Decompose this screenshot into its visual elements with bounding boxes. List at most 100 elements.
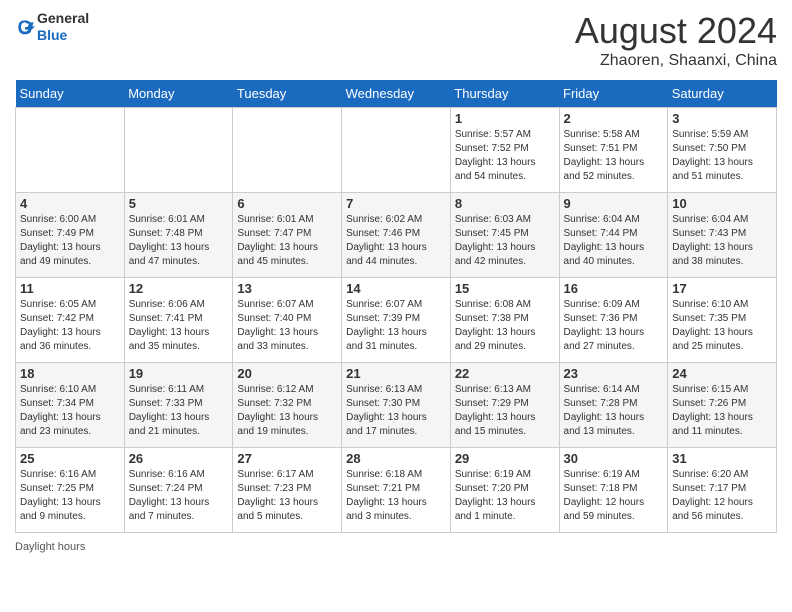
calendar-header-cell: Thursday — [450, 80, 559, 108]
calendar-day-cell: 10 Sunrise: 6:04 AM Sunset: 7:43 PM Dayli… — [668, 193, 777, 278]
calendar-day-cell: 19 Sunrise: 6:11 AM Sunset: 7:33 PM Dayli… — [124, 363, 233, 448]
day-info: Sunrise: 6:12 AM Sunset: 7:32 PM Dayligh… — [237, 383, 337, 439]
calendar-day-cell — [342, 108, 451, 193]
day-number: 13 — [237, 281, 337, 296]
day-number: 6 — [237, 196, 337, 211]
day-info: Sunrise: 6:19 AM Sunset: 7:18 PM Dayligh… — [564, 468, 664, 524]
day-number: 10 — [672, 196, 772, 211]
calendar-header-cell: Friday — [559, 80, 668, 108]
day-number: 11 — [20, 281, 120, 296]
day-info: Sunrise: 6:10 AM Sunset: 7:35 PM Dayligh… — [672, 298, 772, 354]
day-info: Sunrise: 6:09 AM Sunset: 7:36 PM Dayligh… — [564, 298, 664, 354]
calendar-day-cell: 11 Sunrise: 6:05 AM Sunset: 7:42 PM Dayli… — [16, 278, 125, 363]
day-info: Sunrise: 6:16 AM Sunset: 7:24 PM Dayligh… — [129, 468, 229, 524]
calendar-day-cell: 30 Sunrise: 6:19 AM Sunset: 7:18 PM Dayli… — [559, 448, 668, 533]
calendar-day-cell: 9 Sunrise: 6:04 AM Sunset: 7:44 PM Daylig… — [559, 193, 668, 278]
day-info: Sunrise: 6:07 AM Sunset: 7:39 PM Dayligh… — [346, 298, 446, 354]
calendar-day-cell: 3 Sunrise: 5:59 AM Sunset: 7:50 PM Daylig… — [668, 108, 777, 193]
calendar-day-cell: 18 Sunrise: 6:10 AM Sunset: 7:34 PM Dayli… — [16, 363, 125, 448]
calendar-day-cell: 22Sunrise: 6:13 AM Sunset: 7:29 PM Dayli… — [450, 363, 559, 448]
day-info: Sunrise: 6:07 AM Sunset: 7:40 PM Dayligh… — [237, 298, 337, 354]
calendar-day-cell: 26 Sunrise: 6:16 AM Sunset: 7:24 PM Dayli… — [124, 448, 233, 533]
day-info: Sunrise: 6:03 AM Sunset: 7:45 PM Dayligh… — [455, 213, 555, 269]
calendar-day-cell: 27Sunrise: 6:17 AM Sunset: 7:23 PM Dayli… — [233, 448, 342, 533]
calendar-day-cell: 21 Sunrise: 6:13 AM Sunset: 7:30 PM Dayli… — [342, 363, 451, 448]
month-title: August 2024 — [575, 10, 777, 52]
day-info: Sunrise: 6:00 AM Sunset: 7:49 PM Dayligh… — [20, 213, 120, 269]
calendar-day-cell: 17Sunrise: 6:10 AM Sunset: 7:35 PM Dayli… — [668, 278, 777, 363]
day-number: 21 — [346, 366, 446, 381]
calendar-day-cell: 28Sunrise: 6:18 AM Sunset: 7:21 PM Dayli… — [342, 448, 451, 533]
day-info: Sunrise: 6:05 AM Sunset: 7:42 PM Dayligh… — [20, 298, 120, 354]
day-number: 1 — [455, 111, 555, 126]
day-info: Sunrise: 6:11 AM Sunset: 7:33 PM Dayligh… — [129, 383, 229, 439]
calendar-day-cell — [233, 108, 342, 193]
day-number: 30 — [564, 451, 664, 466]
calendar-day-cell: 12Sunrise: 6:06 AM Sunset: 7:41 PM Dayli… — [124, 278, 233, 363]
calendar-week-row: 4 Sunrise: 6:00 AM Sunset: 7:49 PM Daylig… — [16, 193, 777, 278]
day-info: Sunrise: 6:19 AM Sunset: 7:20 PM Dayligh… — [455, 468, 555, 524]
day-info: Sunrise: 6:04 AM Sunset: 7:43 PM Dayligh… — [672, 213, 772, 269]
logo-icon — [15, 17, 35, 37]
calendar-day-cell: 4 Sunrise: 6:00 AM Sunset: 7:49 PM Daylig… — [16, 193, 125, 278]
calendar-week-row: 1 Sunrise: 5:57 AM Sunset: 7:52 PM Daylig… — [16, 108, 777, 193]
day-info: Sunrise: 6:15 AM Sunset: 7:26 PM Dayligh… — [672, 383, 772, 439]
day-number: 12 — [129, 281, 229, 296]
logo: General Blue — [15, 10, 89, 44]
day-number: 27 — [237, 451, 337, 466]
calendar-table: SundayMondayTuesdayWednesdayThursdayFrid… — [15, 80, 777, 533]
day-number: 25 — [20, 451, 120, 466]
calendar-day-cell: 23 Sunrise: 6:14 AM Sunset: 7:28 PM Dayli… — [559, 363, 668, 448]
footer: Daylight hours — [15, 541, 777, 553]
day-info: Sunrise: 5:59 AM Sunset: 7:50 PM Dayligh… — [672, 128, 772, 184]
day-number: 14 — [346, 281, 446, 296]
title-section: August 2024 Zhaoren, Shaanxi, China — [575, 10, 777, 70]
day-number: 23 — [564, 366, 664, 381]
day-number: 26 — [129, 451, 229, 466]
calendar-header-cell: Wednesday — [342, 80, 451, 108]
day-info: Sunrise: 6:02 AM Sunset: 7:46 PM Dayligh… — [346, 213, 446, 269]
calendar-day-cell: 5Sunrise: 6:01 AM Sunset: 7:48 PM Daylig… — [124, 193, 233, 278]
calendar-header-row: SundayMondayTuesdayWednesdayThursdayFrid… — [16, 80, 777, 108]
day-info: Sunrise: 6:13 AM Sunset: 7:29 PM Dayligh… — [455, 383, 555, 439]
daylight-hours-label: Daylight hours — [15, 541, 85, 553]
calendar-day-cell: 7 Sunrise: 6:02 AM Sunset: 7:46 PM Daylig… — [342, 193, 451, 278]
day-number: 20 — [237, 366, 337, 381]
day-info: Sunrise: 5:57 AM Sunset: 7:52 PM Dayligh… — [455, 128, 555, 184]
logo-text: General Blue — [37, 10, 89, 44]
day-info: Sunrise: 6:04 AM Sunset: 7:44 PM Dayligh… — [564, 213, 664, 269]
day-number: 31 — [672, 451, 772, 466]
day-number: 16 — [564, 281, 664, 296]
day-number: 3 — [672, 111, 772, 126]
day-info: Sunrise: 5:58 AM Sunset: 7:51 PM Dayligh… — [564, 128, 664, 184]
day-info: Sunrise: 6:14 AM Sunset: 7:28 PM Dayligh… — [564, 383, 664, 439]
calendar-week-row: 11 Sunrise: 6:05 AM Sunset: 7:42 PM Dayli… — [16, 278, 777, 363]
calendar-day-cell: 14 Sunrise: 6:07 AM Sunset: 7:39 PM Dayli… — [342, 278, 451, 363]
day-number: 18 — [20, 366, 120, 381]
day-number: 15 — [455, 281, 555, 296]
day-info: Sunrise: 6:13 AM Sunset: 7:30 PM Dayligh… — [346, 383, 446, 439]
calendar-day-cell: 31Sunrise: 6:20 AM Sunset: 7:17 PM Dayli… — [668, 448, 777, 533]
day-info: Sunrise: 6:10 AM Sunset: 7:34 PM Dayligh… — [20, 383, 120, 439]
header: General Blue August 2024 Zhaoren, Shaanx… — [15, 10, 777, 70]
calendar-header-cell: Sunday — [16, 80, 125, 108]
day-number: 8 — [455, 196, 555, 211]
day-number: 9 — [564, 196, 664, 211]
day-info: Sunrise: 6:18 AM Sunset: 7:21 PM Dayligh… — [346, 468, 446, 524]
calendar-day-cell: 15Sunrise: 6:08 AM Sunset: 7:38 PM Dayli… — [450, 278, 559, 363]
day-number: 7 — [346, 196, 446, 211]
day-number: 2 — [564, 111, 664, 126]
day-info: Sunrise: 6:01 AM Sunset: 7:48 PM Dayligh… — [129, 213, 229, 269]
calendar-day-cell: 8 Sunrise: 6:03 AM Sunset: 7:45 PM Daylig… — [450, 193, 559, 278]
day-number: 4 — [20, 196, 120, 211]
calendar-body: 1 Sunrise: 5:57 AM Sunset: 7:52 PM Daylig… — [16, 108, 777, 533]
calendar-day-cell — [124, 108, 233, 193]
calendar-day-cell: 24Sunrise: 6:15 AM Sunset: 7:26 PM Dayli… — [668, 363, 777, 448]
calendar-day-cell: 29Sunrise: 6:19 AM Sunset: 7:20 PM Dayli… — [450, 448, 559, 533]
calendar-day-cell: 16 Sunrise: 6:09 AM Sunset: 7:36 PM Dayli… — [559, 278, 668, 363]
calendar-header-cell: Monday — [124, 80, 233, 108]
day-number: 19 — [129, 366, 229, 381]
calendar-day-cell — [16, 108, 125, 193]
calendar-day-cell: 25Sunrise: 6:16 AM Sunset: 7:25 PM Dayli… — [16, 448, 125, 533]
calendar-week-row: 25Sunrise: 6:16 AM Sunset: 7:25 PM Dayli… — [16, 448, 777, 533]
